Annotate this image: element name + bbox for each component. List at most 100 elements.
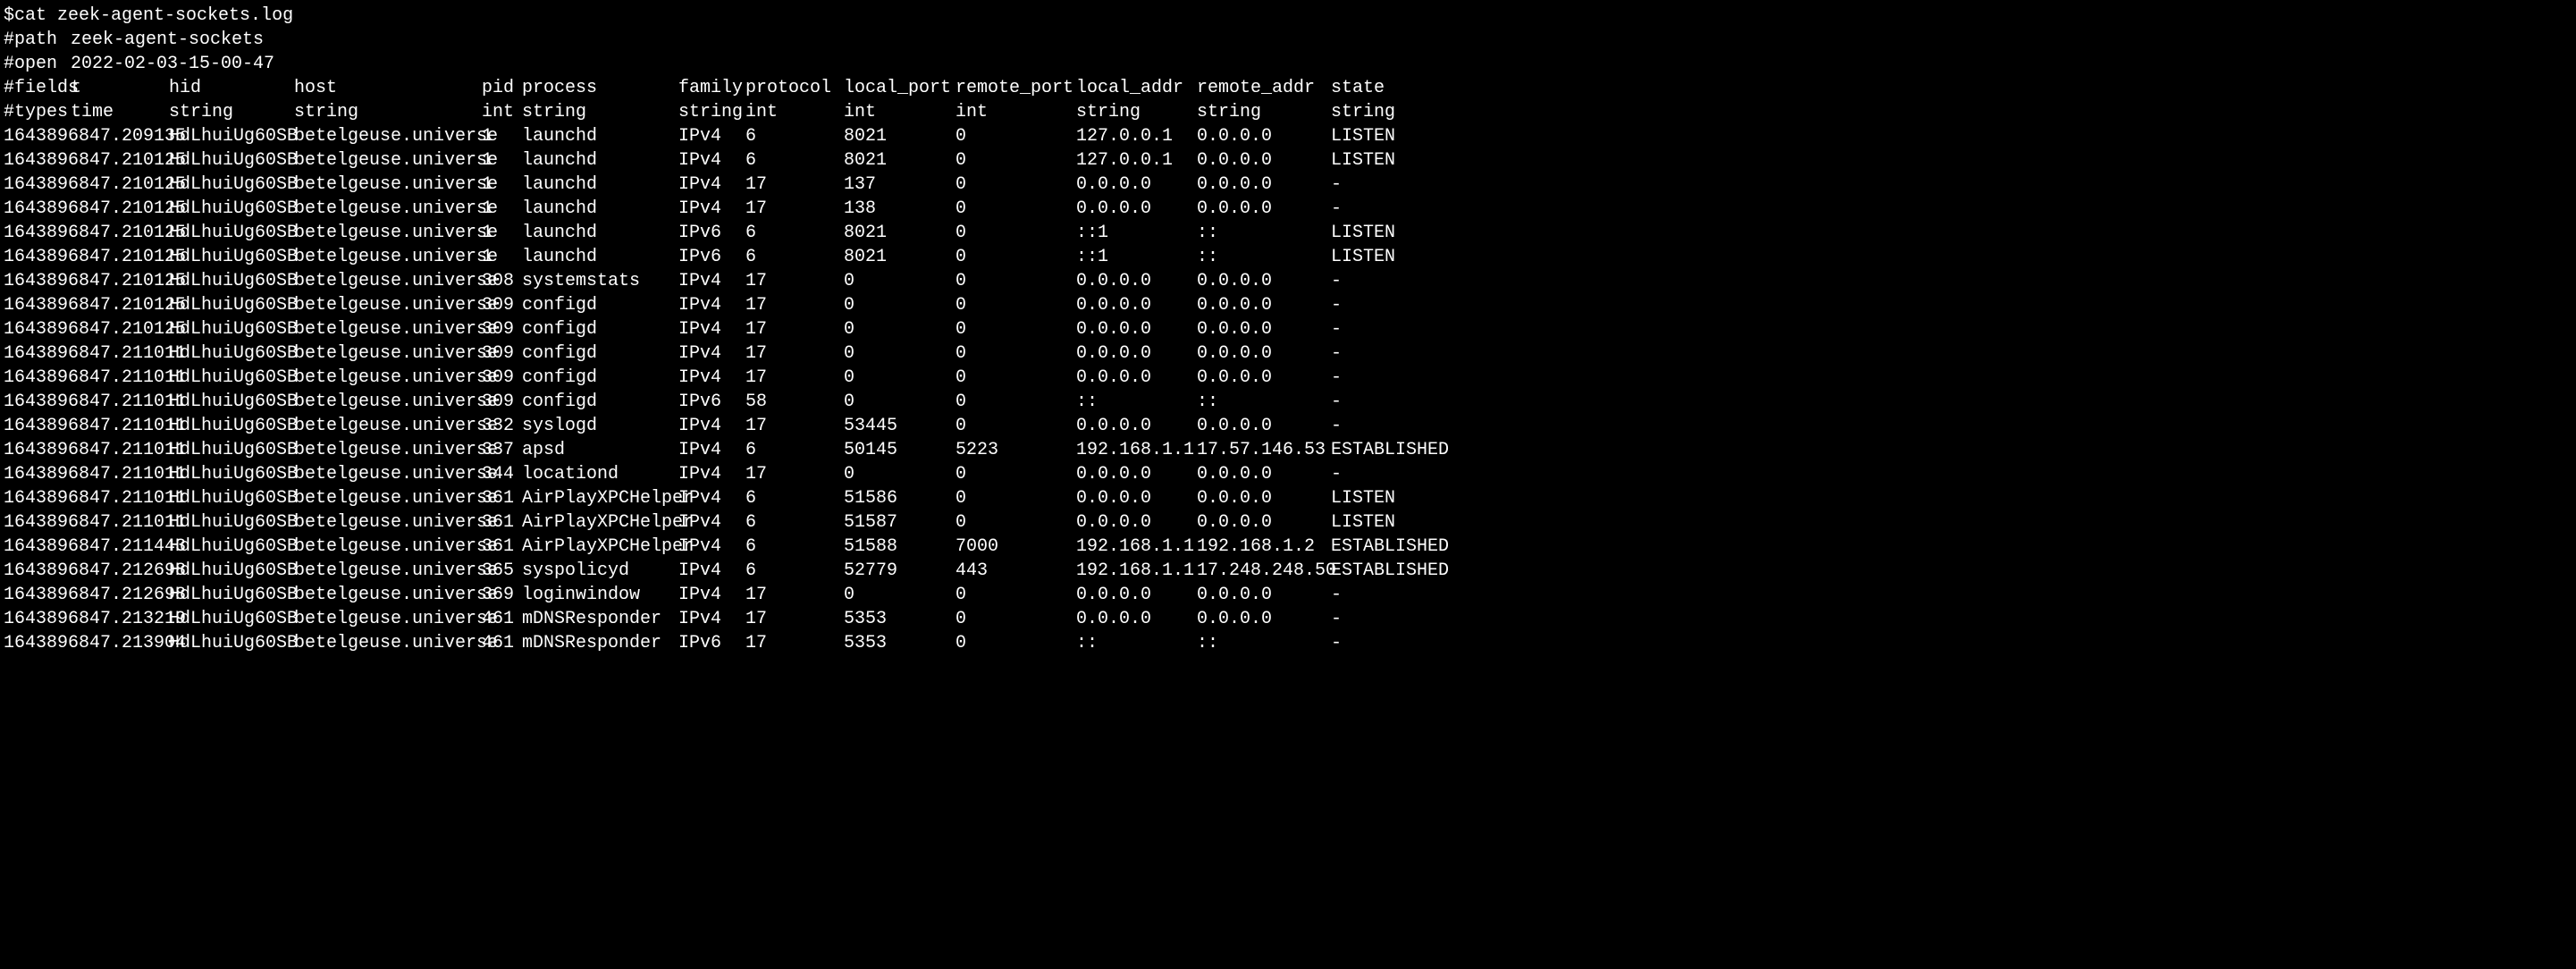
cell-remote-port: 0 (955, 366, 1076, 390)
cell-hid: HdLhuiUg60SB (169, 486, 294, 510)
cell-local-addr: 0.0.0.0 (1076, 197, 1197, 221)
cell-pid: 337 (482, 438, 522, 462)
cell-process: launchd (522, 173, 678, 197)
cell-t: 1643896847.210125 (4, 197, 169, 221)
cell-host: betelgeuse.universe (294, 510, 482, 535)
field-hid: hid (169, 76, 294, 100)
command-line: $ cat zeek-agent-sockets.log (4, 4, 2572, 28)
cell-remote-port: 0 (955, 124, 1076, 148)
cell-hid: HdLhuiUg60SB (169, 221, 294, 245)
cell-remote-port: 0 (955, 390, 1076, 414)
cell-local-port: 8021 (844, 124, 955, 148)
type-remote-port: int (955, 100, 1076, 124)
cell-host: betelgeuse.universe (294, 390, 482, 414)
cell-local-port: 52779 (844, 559, 955, 583)
type-process: string (522, 100, 678, 124)
cell-pid: 308 (482, 269, 522, 293)
cell-host: betelgeuse.universe (294, 317, 482, 341)
shell-prompt: $ (4, 4, 14, 28)
types-key: #types (4, 100, 71, 124)
type-hid: string (169, 100, 294, 124)
cell-process: configd (522, 317, 678, 341)
cell-hid: HdLhuiUg60SB (169, 197, 294, 221)
cell-family: IPv4 (678, 173, 745, 197)
cell-hid: HdLhuiUg60SB (169, 414, 294, 438)
terminal-output: $ cat zeek-agent-sockets.log #pathzeek-a… (4, 4, 2572, 655)
cell-local-port: 0 (844, 341, 955, 366)
cell-t: 1643896847.211011 (4, 341, 169, 366)
cell-pid: 1 (482, 148, 522, 173)
cell-remote-addr: 0.0.0.0 (1197, 486, 1331, 510)
cell-remote-addr: 17.57.146.53 (1197, 438, 1331, 462)
fields-key: #fields (4, 76, 71, 100)
meta-open-key: #open (4, 52, 71, 76)
type-local-addr: string (1076, 100, 1197, 124)
cell-host: betelgeuse.universe (294, 535, 482, 559)
cell-host: betelgeuse.universe (294, 269, 482, 293)
cell-family: IPv4 (678, 269, 745, 293)
table-row: 1643896847.210125HdLhuiUg60SBbetelgeuse.… (4, 221, 2572, 245)
table-row: 1643896847.213219HdLhuiUg60SBbetelgeuse.… (4, 607, 2572, 631)
cell-remote-addr: 0.0.0.0 (1197, 607, 1331, 631)
cell-protocol: 6 (745, 535, 844, 559)
cell-remote-addr: 0.0.0.0 (1197, 583, 1331, 607)
cell-local-addr: 0.0.0.0 (1076, 269, 1197, 293)
cell-local-port: 5353 (844, 607, 955, 631)
cell-remote-addr: 0.0.0.0 (1197, 124, 1331, 148)
cell-hid: HdLhuiUg60SB (169, 269, 294, 293)
cell-family: IPv6 (678, 390, 745, 414)
cell-t: 1643896847.211011 (4, 366, 169, 390)
table-row: 1643896847.210125HdLhuiUg60SBbetelgeuse.… (4, 317, 2572, 341)
cell-local-addr: 0.0.0.0 (1076, 366, 1197, 390)
cell-protocol: 17 (745, 631, 844, 655)
cell-local-addr: 0.0.0.0 (1076, 510, 1197, 535)
cell-process: AirPlayXPCHelper (522, 486, 678, 510)
cell-protocol: 17 (745, 317, 844, 341)
cell-protocol: 17 (745, 341, 844, 366)
cell-host: betelgeuse.universe (294, 631, 482, 655)
cell-pid: 361 (482, 535, 522, 559)
cell-process: mDNSResponder (522, 631, 678, 655)
cell-protocol: 6 (745, 559, 844, 583)
cell-hid: HdLhuiUg60SB (169, 124, 294, 148)
cell-remote-addr: 0.0.0.0 (1197, 462, 1331, 486)
cell-protocol: 17 (745, 173, 844, 197)
cell-state: - (1331, 462, 1447, 486)
cell-host: betelgeuse.universe (294, 607, 482, 631)
cell-remote-port: 0 (955, 269, 1076, 293)
cell-local-addr: 0.0.0.0 (1076, 486, 1197, 510)
cell-host: betelgeuse.universe (294, 366, 482, 390)
cell-local-addr: ::1 (1076, 245, 1197, 269)
cell-state: LISTEN (1331, 221, 1447, 245)
cell-local-port: 8021 (844, 148, 955, 173)
cell-pid: 1 (482, 173, 522, 197)
cell-hid: HdLhuiUg60SB (169, 631, 294, 655)
table-row: 1643896847.211011HdLhuiUg60SBbetelgeuse.… (4, 390, 2572, 414)
table-row: 1643896847.211443HdLhuiUg60SBbetelgeuse.… (4, 535, 2572, 559)
cell-pid: 309 (482, 341, 522, 366)
cell-remote-port: 0 (955, 317, 1076, 341)
data-rows: 1643896847.209135HdLhuiUg60SBbetelgeuse.… (4, 124, 2572, 655)
cell-remote-addr: :: (1197, 221, 1331, 245)
cell-hid: HdLhuiUg60SB (169, 535, 294, 559)
cell-family: IPv6 (678, 631, 745, 655)
cell-remote-addr: 0.0.0.0 (1197, 197, 1331, 221)
cell-local-addr: 0.0.0.0 (1076, 414, 1197, 438)
cell-family: IPv6 (678, 221, 745, 245)
cell-state: ESTABLISHED (1331, 438, 1447, 462)
cell-state: - (1331, 269, 1447, 293)
table-row: 1643896847.213904HdLhuiUg60SBbetelgeuse.… (4, 631, 2572, 655)
cell-remote-addr: 0.0.0.0 (1197, 269, 1331, 293)
cell-process: apsd (522, 438, 678, 462)
cell-local-port: 0 (844, 269, 955, 293)
cell-local-addr: 0.0.0.0 (1076, 293, 1197, 317)
cell-host: betelgeuse.universe (294, 221, 482, 245)
cell-t: 1643896847.210125 (4, 221, 169, 245)
table-row: 1643896847.211011HdLhuiUg60SBbetelgeuse.… (4, 341, 2572, 366)
cell-remote-port: 0 (955, 221, 1076, 245)
cell-state: ESTABLISHED (1331, 535, 1447, 559)
cell-pid: 1 (482, 221, 522, 245)
cell-local-addr: :: (1076, 390, 1197, 414)
command-text: cat zeek-agent-sockets.log (14, 4, 293, 28)
cell-protocol: 17 (745, 197, 844, 221)
